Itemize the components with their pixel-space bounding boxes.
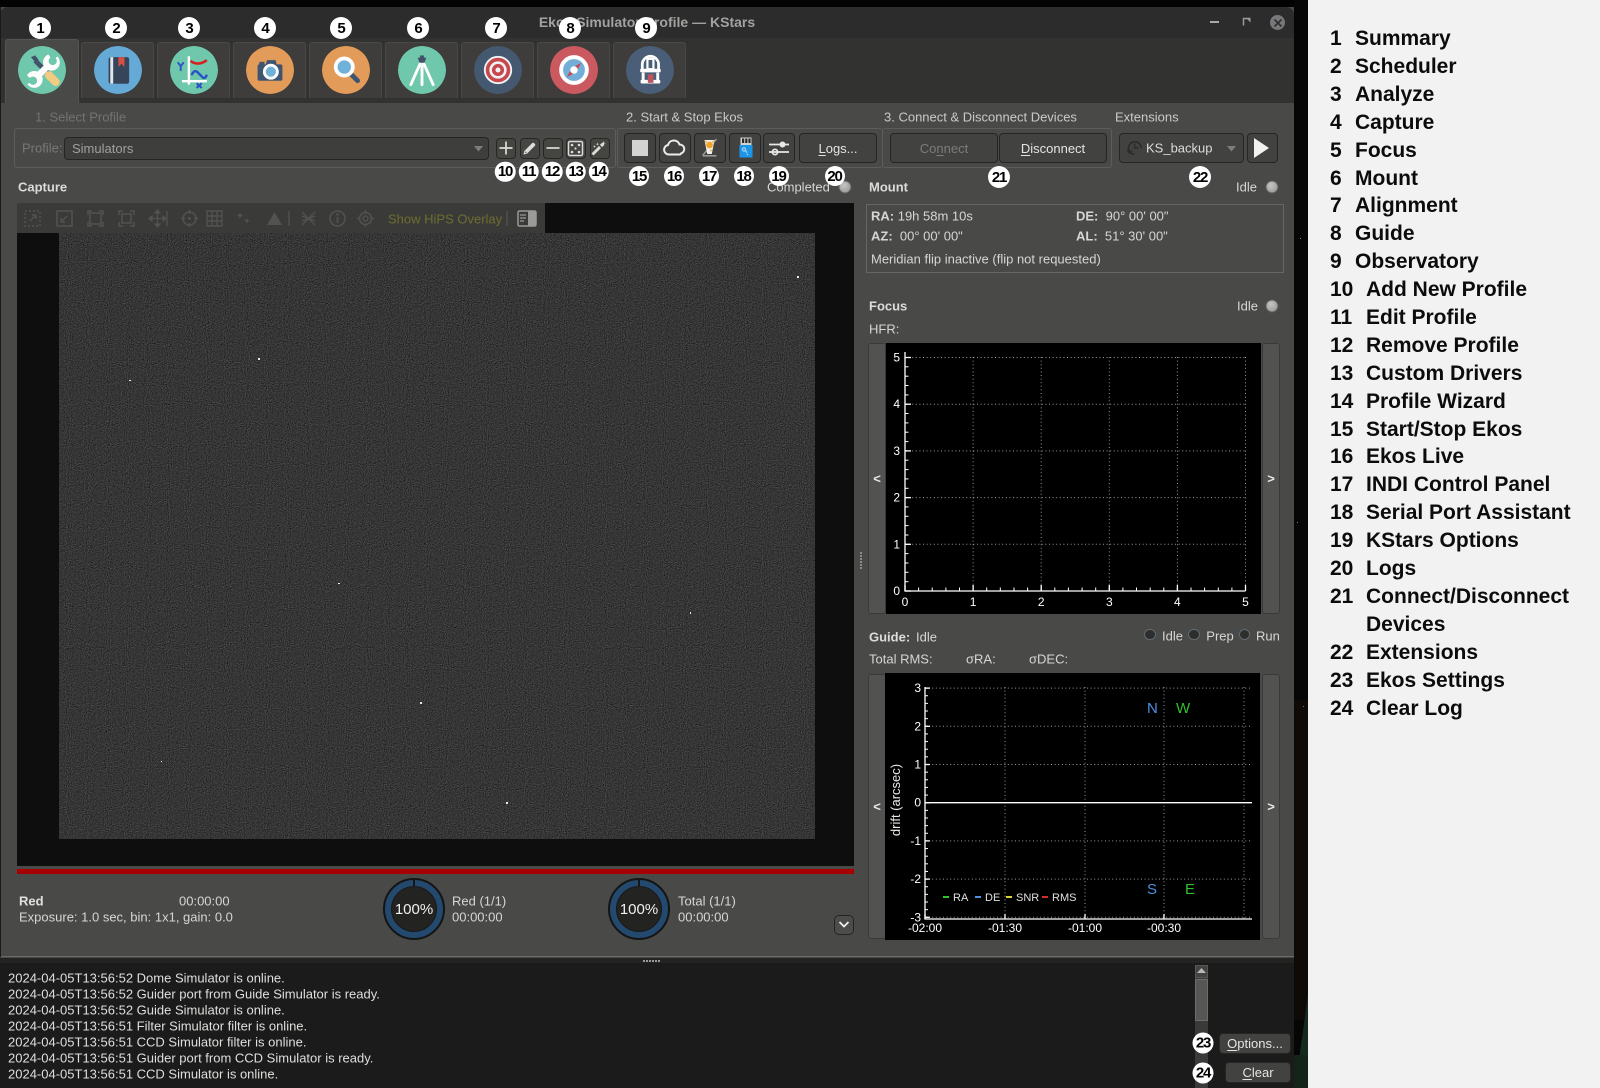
svg-text:-01:30: -01:30 [988,921,1022,935]
svg-text:-02:00: -02:00 [908,921,942,935]
svg-text:N: N [1147,700,1158,717]
svg-text:1: 1 [970,595,977,609]
svg-text:0: 0 [902,595,909,609]
svg-text:2: 2 [893,491,900,505]
svg-text:-01:00: -01:00 [1068,921,1102,935]
svg-text:S: S [1147,881,1157,898]
svg-text:DE: DE [985,892,1000,904]
svg-text:2: 2 [914,719,921,733]
svg-text:drift (arcsec): drift (arcsec) [888,764,903,836]
svg-text:0: 0 [893,584,900,598]
svg-text:SNR: SNR [1016,892,1039,904]
svg-text:-2: -2 [910,872,921,886]
svg-text:1: 1 [893,537,900,551]
svg-text:5: 5 [893,351,900,365]
svg-text:RMS: RMS [1052,892,1076,904]
svg-text:4: 4 [893,397,900,411]
svg-text:5: 5 [1242,595,1249,609]
svg-text:-00:30: -00:30 [1147,921,1181,935]
svg-text:E: E [1185,881,1195,898]
svg-text:2: 2 [1038,595,1045,609]
svg-text:0: 0 [914,796,921,810]
svg-text:W: W [1176,700,1191,717]
svg-text:-1: -1 [910,834,921,848]
svg-text:4: 4 [1174,595,1181,609]
svg-text:3: 3 [893,444,900,458]
svg-text:3: 3 [1106,595,1113,609]
svg-text:RA: RA [953,892,969,904]
svg-text:1: 1 [914,758,921,772]
svg-text:3: 3 [914,681,921,695]
